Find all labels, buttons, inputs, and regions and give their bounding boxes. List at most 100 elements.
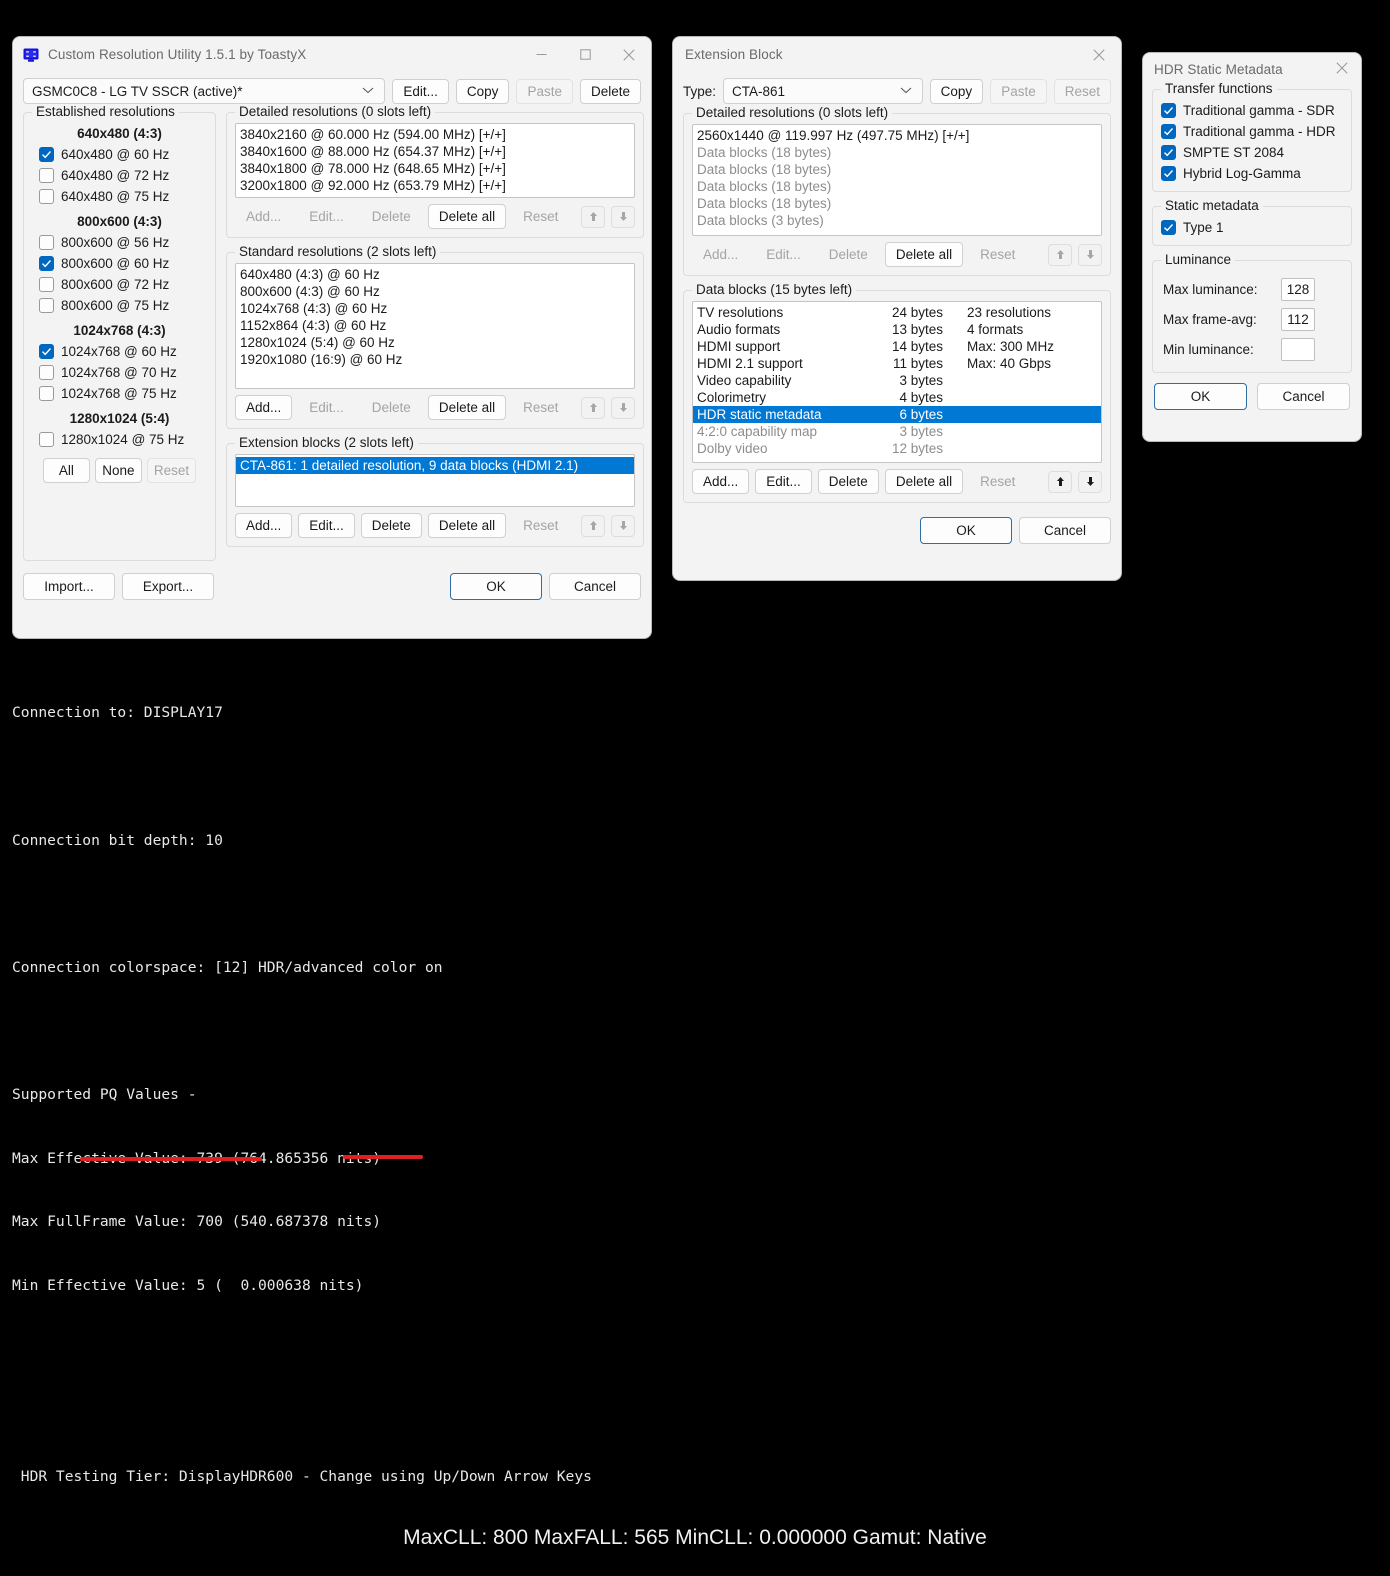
detailed-delete-all-button[interactable]: Delete all (427, 204, 507, 229)
table-row[interactable]: Audio formats 13 bytes 4 formats (693, 321, 1101, 338)
transfer-function-checkbox[interactable]: Hybrid Log-Gamma (1161, 163, 1343, 184)
extblocks-add-button[interactable]: Add... (235, 513, 293, 538)
established-checkbox-label: 640x480 @ 75 Hz (61, 189, 170, 204)
export-button[interactable]: Export... (122, 573, 214, 600)
table-row[interactable]: Colorimetry 4 bytes (693, 389, 1101, 406)
hdr-ok-button[interactable]: OK (1154, 383, 1247, 410)
list-item[interactable]: 640x480 (4:3) @ 60 Hz (236, 266, 634, 283)
copy-button[interactable]: Copy (455, 78, 510, 104)
arrow-up-icon[interactable] (581, 514, 606, 537)
max-frame-avg-input[interactable]: 112 (1281, 308, 1315, 331)
table-row[interactable]: HDMI support 14 bytes Max: 300 MHz (693, 338, 1101, 355)
list-item[interactable]: 3200x1800 @ 92.000 Hz (653.79 MHz) [+/+] (236, 177, 634, 194)
list-item[interactable]: Data blocks (18 bytes) (693, 195, 1101, 212)
extension-ok-button[interactable]: OK (920, 517, 1012, 544)
transfer-function-checkbox[interactable]: SMPTE ST 2084 (1161, 142, 1343, 163)
cru-ok-button[interactable]: OK (450, 573, 542, 600)
arrow-down-icon[interactable] (1078, 243, 1102, 266)
data-blocks-list[interactable]: TV resolutions 24 bytes 23 resolutions A… (692, 301, 1102, 463)
display-select[interactable]: GSMC0C8 - LG TV SSCR (active)* (23, 78, 386, 104)
detailed-reset-button: Reset (523, 209, 559, 224)
table-row[interactable]: HDR static metadata 6 bytes (693, 406, 1101, 423)
arrow-up-icon[interactable] (581, 396, 606, 419)
established-checkbox[interactable]: 800x600 @ 75 Hz (39, 295, 209, 316)
arrow-down-icon[interactable] (611, 514, 636, 537)
table-row[interactable]: 4:2:0 capability map 3 bytes (693, 423, 1101, 440)
list-item[interactable]: 1920x1080 (16:9) @ 60 Hz (236, 351, 634, 368)
hdr-cancel-button[interactable]: Cancel (1257, 383, 1350, 410)
established-checkbox[interactable]: 1024x768 @ 75 Hz (39, 383, 209, 404)
static-metadata-checkbox[interactable]: Type 1 (1161, 217, 1343, 238)
established-checkbox[interactable]: 800x600 @ 60 Hz (39, 253, 209, 274)
arrow-down-icon[interactable] (611, 205, 636, 228)
standard-resolutions-list[interactable]: 640x480 (4:3) @ 60 Hz 800x600 (4:3) @ 60… (235, 263, 636, 389)
arrow-down-icon[interactable] (1078, 470, 1102, 493)
table-row[interactable]: Video capability 3 bytes (693, 372, 1101, 389)
extension-blocks-list[interactable]: CTA-861: 1 detailed resolution, 9 data b… (235, 454, 636, 507)
select-none-button[interactable]: None (94, 458, 142, 483)
established-checkbox[interactable]: 1024x768 @ 70 Hz (39, 362, 209, 383)
edit-button[interactable]: Edit... (392, 78, 449, 104)
extblocks-delete-button[interactable]: Delete (360, 513, 422, 538)
transfer-function-checkbox[interactable]: Traditional gamma - SDR (1161, 100, 1343, 121)
transfer-functions-group: Transfer functions Traditional gamma - S… (1152, 81, 1352, 192)
data-blocks-table: TV resolutions 24 bytes 23 resolutions A… (693, 304, 1101, 457)
extblocks-delete-all-button[interactable]: Delete all (427, 513, 507, 538)
established-checkbox[interactable]: 640x480 @ 72 Hz (39, 165, 209, 186)
established-checkbox[interactable]: 640x480 @ 75 Hz (39, 186, 209, 207)
standard-add-button[interactable]: Add... (235, 395, 293, 420)
list-item[interactable]: 3840x1800 @ 78.000 Hz (648.65 MHz) [+/+] (236, 160, 634, 177)
max-luminance-input[interactable]: 128 (1281, 278, 1315, 301)
detailed-resolutions-list[interactable]: 3840x2160 @ 60.000 Hz (594.00 MHz) [+/+]… (235, 123, 636, 198)
close-icon[interactable] (1077, 37, 1121, 72)
established-checkbox[interactable]: 1280x1024 @ 75 Hz (39, 429, 209, 450)
list-item[interactable]: 1152x864 (4:3) @ 60 Hz (236, 317, 634, 334)
cru-cancel-button[interactable]: Cancel (549, 573, 641, 600)
extblocks-edit-button[interactable]: Edit... (298, 513, 355, 538)
type-select[interactable]: CTA-861 (723, 78, 923, 104)
close-icon[interactable] (607, 37, 651, 72)
checkbox-icon (39, 256, 54, 271)
list-item[interactable]: 1280x1024 (5:4) @ 60 Hz (236, 334, 634, 351)
import-button[interactable]: Import... (23, 573, 115, 600)
datablocks-delete-button[interactable]: Delete (817, 469, 879, 494)
table-row[interactable]: Dolby video 12 bytes (693, 440, 1101, 457)
arrow-up-icon[interactable] (581, 205, 606, 228)
list-item[interactable]: Data blocks (18 bytes) (693, 144, 1101, 161)
established-checkbox[interactable]: 1024x768 @ 60 Hz (39, 341, 209, 362)
list-item[interactable]: 2560x1440 @ 119.997 Hz (497.75 MHz) [+/+… (693, 127, 1101, 144)
list-item[interactable]: Data blocks (3 bytes) (693, 212, 1101, 229)
established-checkbox[interactable]: 800x600 @ 72 Hz (39, 274, 209, 295)
datablocks-add-button[interactable]: Add... (692, 469, 750, 494)
datablocks-edit-button[interactable]: Edit... (755, 469, 812, 494)
list-item[interactable]: 3840x1600 @ 88.000 Hz (654.37 MHz) [+/+] (236, 143, 634, 160)
extension-cancel-button[interactable]: Cancel (1019, 517, 1111, 544)
list-item[interactable]: Data blocks (18 bytes) (693, 161, 1101, 178)
extension-detailed-list[interactable]: 2560x1440 @ 119.997 Hz (497.75 MHz) [+/+… (692, 124, 1102, 236)
close-icon[interactable] (1323, 52, 1361, 84)
table-row[interactable]: TV resolutions 24 bytes 23 resolutions (693, 304, 1101, 321)
list-item[interactable]: 3840x2160 @ 60.000 Hz (594.00 MHz) [+/+] (236, 126, 634, 143)
extension-titlebar[interactable]: Extension Block (673, 37, 1121, 72)
established-checkbox[interactable]: 640x480 @ 60 Hz (39, 144, 209, 165)
arrow-down-icon[interactable] (611, 396, 636, 419)
list-item[interactable]: Data blocks (18 bytes) (693, 178, 1101, 195)
list-item[interactable]: 1024x768 (4:3) @ 60 Hz (236, 300, 634, 317)
cru-titlebar[interactable]: Custom Resolution Utility 1.5.1 by Toast… (13, 37, 651, 72)
datablocks-delete-all-button[interactable]: Delete all (884, 469, 964, 494)
list-item[interactable]: 800x600 (4:3) @ 60 Hz (236, 283, 634, 300)
select-all-button[interactable]: All (42, 458, 90, 483)
established-checkbox[interactable]: 800x600 @ 56 Hz (39, 232, 209, 253)
extension-copy-button[interactable]: Copy (929, 78, 984, 104)
maximize-icon[interactable] (563, 37, 607, 72)
standard-delete-all-button[interactable]: Delete all (427, 395, 507, 420)
minimize-icon[interactable] (519, 37, 563, 72)
delete-button[interactable]: Delete (579, 78, 641, 104)
transfer-function-checkbox[interactable]: Traditional gamma - HDR (1161, 121, 1343, 142)
ext-detailed-delete-all-button[interactable]: Delete all (884, 242, 964, 267)
arrow-up-icon[interactable] (1048, 470, 1072, 493)
list-item[interactable]: CTA-861: 1 detailed resolution, 9 data b… (236, 457, 635, 474)
arrow-up-icon[interactable] (1048, 243, 1072, 266)
table-row[interactable]: HDMI 2.1 support 11 bytes Max: 40 Gbps (693, 355, 1101, 372)
min-luminance-input[interactable] (1281, 338, 1315, 361)
